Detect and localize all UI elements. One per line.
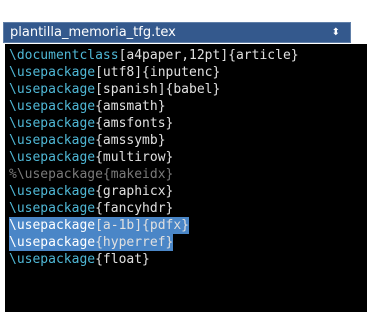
code-argument: [a4paper,12pt]{article} [118,48,299,63]
code-line[interactable]: \usepackage{fancyhdr} [9,200,173,217]
code-line[interactable]: \usepackage{amsmath} [9,98,166,115]
selected-code-line[interactable]: \usepackage[a-1b]{pdfx} [9,217,190,234]
code-comment: %\usepackage{makeidx} [9,167,174,182]
code-line[interactable]: \usepackage[spanish]{babel} [9,81,220,98]
code-argument: {float} [95,252,150,267]
code-argument: {multirow} [95,150,174,165]
code-line[interactable]: \usepackage{amsfonts} [9,115,173,132]
code-command: \usepackage [9,99,96,114]
code-line[interactable]: \usepackage[utf8]{inputenc} [9,64,220,81]
code-command: \usepackage [9,116,96,131]
code-argument: {fancyhdr} [95,201,174,216]
code-line[interactable]: \usepackage{multirow} [9,149,173,166]
editor-window: plantilla_memoria_tfg.tex ⬍ \documentcla… [0,0,367,312]
code-line[interactable]: \documentclass[a4paper,12pt]{article} [9,47,299,64]
code-argument: {amssymb} [95,133,166,148]
code-command: \usepackage [9,82,96,97]
code-line[interactable]: \usepackage{amssymb} [9,132,166,149]
code-argument: {hyperref} [95,235,174,250]
code-command: \usepackage [9,150,96,165]
comment-line[interactable]: %\usepackage{makeidx} [9,166,173,183]
code-line[interactable]: \usepackage{graphicx} [9,183,173,200]
code-argument: [spanish]{babel} [95,82,221,97]
code-command: \usepackage [9,133,96,148]
code-argument: {graphicx} [95,184,174,199]
code-command: \usepackage [9,252,96,267]
code-command: \usepackage [9,201,96,216]
code-command: \usepackage [9,184,96,199]
code-argument: {amsfonts} [95,116,174,131]
code-editor[interactable]: \documentclass[a4paper,12pt]{article} \u… [5,44,367,312]
code-line[interactable]: \usepackage{float} [9,251,150,268]
file-selector[interactable]: plantilla_memoria_tfg.tex ⬍ [3,22,351,43]
code-argument: [a-1b]{pdfx} [95,218,190,233]
file-name: plantilla_memoria_tfg.tex [10,25,176,40]
selected-code-line[interactable]: \usepackage{hyperref} [9,234,174,251]
code-command: \usepackage [9,218,96,233]
code-command: \usepackage [9,65,96,80]
code-argument: [utf8]{inputenc} [95,65,221,80]
code-command: \documentclass [9,48,119,63]
code-command: \usepackage [9,235,96,250]
spinner-icon[interactable]: ⬍ [332,23,340,42]
code-argument: {amsmath} [95,99,166,114]
